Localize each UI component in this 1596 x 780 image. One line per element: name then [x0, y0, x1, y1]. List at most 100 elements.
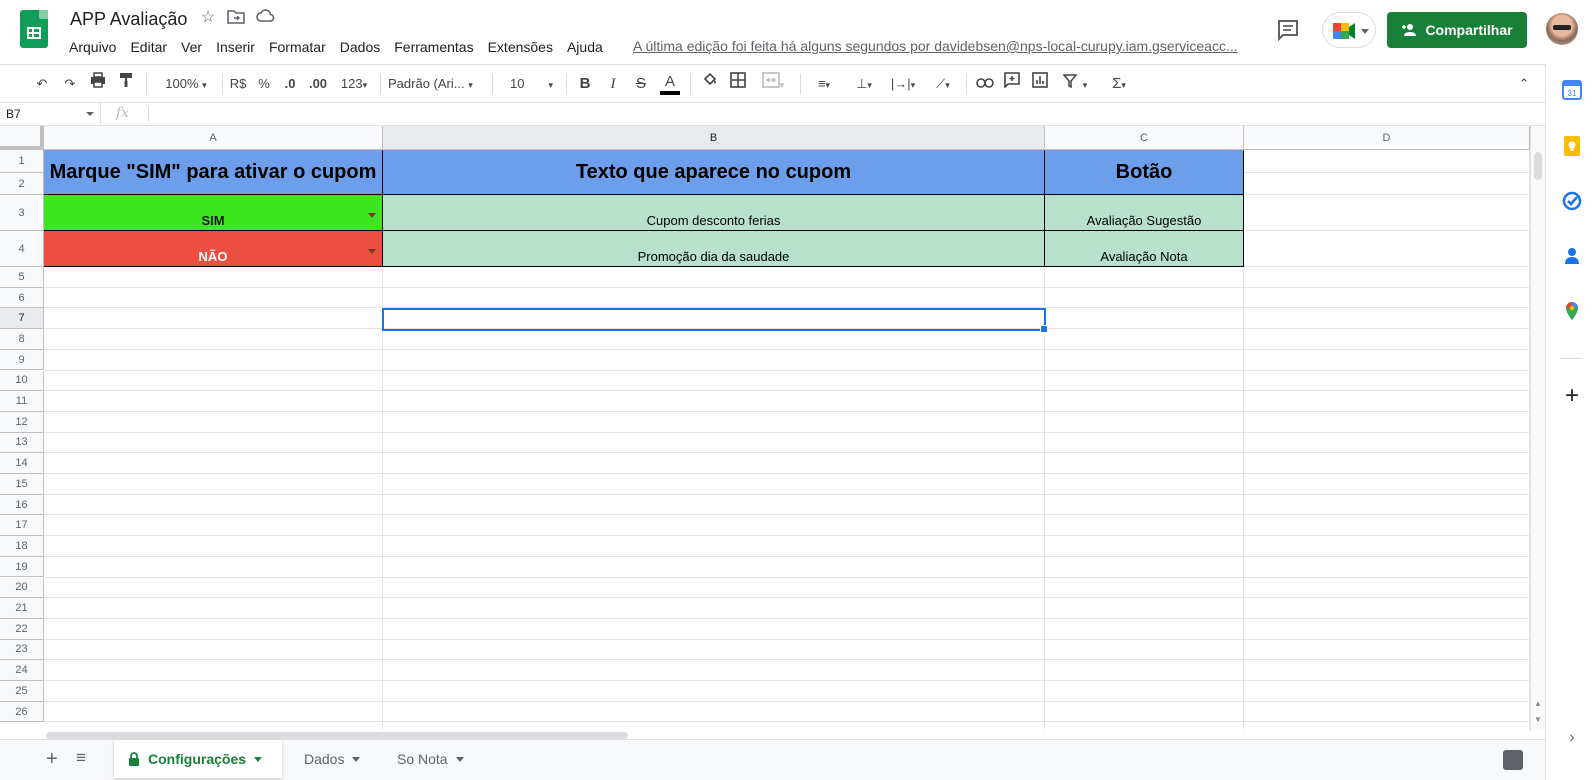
menu-arquivo[interactable]: Arquivo	[62, 37, 123, 57]
vertical-scrollbar[interactable]: ▲ ▼	[1530, 126, 1545, 731]
row-header-15[interactable]: 15	[0, 474, 44, 495]
row-header-23[interactable]: 23	[0, 639, 44, 661]
menu-dados[interactable]: Dados	[333, 37, 387, 57]
all-sheets-icon[interactable]: ≡	[76, 748, 86, 768]
row-header-25[interactable]: 25	[0, 681, 44, 702]
more-formats-button[interactable]: 123▾	[336, 72, 372, 96]
scroll-down-icon[interactable]: ▼	[1534, 715, 1542, 724]
decrease-decimal-button[interactable]: .0	[280, 72, 300, 96]
text-rotation-icon[interactable]: ⟋▾	[926, 72, 960, 96]
tab-menu-icon[interactable]	[254, 756, 263, 762]
show-side-panel-icon[interactable]: ›	[1562, 728, 1582, 748]
row-header-18[interactable]: 18	[0, 536, 44, 557]
functions-icon[interactable]: Σ▾	[1104, 72, 1134, 96]
add-addon-icon[interactable]: +	[1562, 384, 1582, 408]
comment-history-icon[interactable]	[1276, 18, 1300, 42]
percent-format-button[interactable]: %	[256, 72, 272, 96]
tab-so-nota[interactable]: So Nota	[383, 740, 491, 778]
user-avatar[interactable]	[1546, 13, 1578, 45]
tab-dados[interactable]: Dados	[290, 740, 380, 778]
row-header-19[interactable]: 19	[0, 556, 44, 578]
horizontal-scroll-thumb[interactable]	[46, 732, 628, 739]
sheet-grid[interactable]: A B C D 1 2 3 4 5 6 7 8 9 10 11 12 13 14 15 16 17 18 19 20 2…	[0, 126, 1545, 731]
column-header-a[interactable]: A	[44, 126, 383, 150]
paint-format-icon[interactable]	[116, 72, 136, 96]
tab-menu-icon[interactable]	[455, 756, 464, 762]
increase-decimal-button[interactable]: .00	[306, 72, 330, 96]
row-header-20[interactable]: 20	[0, 577, 44, 599]
sheets-logo-icon[interactable]	[20, 10, 48, 48]
bold-icon[interactable]: B	[576, 72, 594, 96]
row-header-3[interactable]: 3	[0, 195, 44, 231]
menu-extensoes[interactable]: Extensões	[481, 37, 560, 57]
row-header-17[interactable]: 17	[0, 515, 44, 537]
header-cell-activate[interactable]: Marque "SIM" para ativar o cupom	[44, 150, 383, 195]
text-color-icon[interactable]: A	[660, 72, 680, 95]
row-header-1[interactable]: 1	[0, 150, 44, 173]
horizontal-scrollbar[interactable]	[44, 729, 1530, 739]
move-folder-icon[interactable]	[226, 8, 246, 28]
calendar-icon[interactable]: 31	[1562, 80, 1582, 100]
select-all-corner[interactable]	[0, 126, 44, 150]
tasks-icon[interactable]	[1562, 191, 1582, 211]
row-header-8[interactable]: 8	[0, 329, 44, 350]
row-header-16[interactable]: 16	[0, 494, 44, 516]
menu-ajuda[interactable]: Ajuda	[560, 37, 610, 57]
button-cell-row3[interactable]: Avaliação Sugestão	[1045, 195, 1244, 231]
row-header-11[interactable]: 11	[0, 391, 44, 412]
dropdown-arrow-icon[interactable]	[368, 212, 376, 218]
menu-ver[interactable]: Ver	[174, 37, 209, 57]
button-cell-row4[interactable]: Avaliação Nota	[1045, 231, 1244, 267]
name-box-dropdown-icon[interactable]	[86, 112, 94, 116]
column-header-c[interactable]: C	[1045, 126, 1244, 150]
row-header-21[interactable]: 21	[0, 598, 44, 619]
row-header-22[interactable]: 22	[0, 618, 44, 640]
zoom-select[interactable]: 100% ▾	[156, 72, 216, 96]
meet-button[interactable]	[1322, 12, 1376, 48]
row-header-6[interactable]: 6	[0, 287, 44, 309]
coupon-text-cell-row4[interactable]: Promoção dia da saudade	[383, 231, 1045, 267]
filter-icon[interactable]: ▾	[1058, 72, 1092, 96]
currency-format-button[interactable]: R$	[228, 72, 248, 96]
vertical-scroll-thumb[interactable]	[1534, 152, 1542, 180]
row-header-12[interactable]: 12	[0, 411, 44, 433]
keep-icon[interactable]	[1562, 136, 1582, 156]
menu-editar[interactable]: Editar	[123, 37, 174, 57]
add-sheet-icon[interactable]: +	[46, 748, 58, 771]
undo-icon[interactable]: ↶	[32, 72, 52, 96]
menu-inserir[interactable]: Inserir	[209, 37, 262, 57]
menu-formatar[interactable]: Formatar	[262, 37, 333, 57]
activation-dropdown-row4[interactable]: NÃO	[44, 231, 383, 267]
redo-icon[interactable]: ↷	[60, 72, 80, 96]
row-header-5[interactable]: 5	[0, 267, 44, 288]
header-cell-coupon-text[interactable]: Texto que aparece no cupom	[383, 150, 1045, 195]
insert-link-icon[interactable]	[974, 72, 996, 96]
column-header-d[interactable]: D	[1244, 126, 1530, 150]
collapse-toolbar-icon[interactable]: ⌃	[1514, 72, 1534, 96]
cloud-status-icon[interactable]	[256, 8, 276, 28]
text-wrap-icon[interactable]: |→|▾	[886, 72, 920, 96]
star-icon[interactable]: ☆	[198, 8, 218, 28]
maps-icon[interactable]	[1562, 301, 1582, 321]
scroll-up-icon[interactable]: ▲	[1534, 699, 1542, 708]
vertical-align-icon[interactable]: ⊥▾	[848, 72, 880, 96]
coupon-text-cell-row3[interactable]: Cupom desconto ferias	[383, 195, 1045, 231]
formula-input[interactable]	[156, 103, 1526, 126]
row-header-13[interactable]: 13	[0, 432, 44, 454]
row-header-14[interactable]: 14	[0, 453, 44, 474]
insert-comment-icon[interactable]	[1002, 72, 1022, 96]
row-header-10[interactable]: 10	[0, 370, 44, 392]
row-header-7[interactable]: 7	[0, 308, 44, 330]
merge-cells-icon[interactable]: ▾	[756, 72, 790, 96]
strikethrough-icon[interactable]: S	[632, 72, 650, 96]
row-header-26[interactable]: 26	[0, 701, 44, 723]
row-header-24[interactable]: 24	[0, 660, 44, 681]
explore-icon[interactable]	[1503, 750, 1523, 770]
header-cell-button[interactable]: Botão	[1045, 150, 1244, 195]
share-button[interactable]: Compartilhar	[1387, 12, 1527, 48]
document-title[interactable]: APP Avaliação	[70, 9, 187, 30]
print-icon[interactable]	[88, 72, 108, 96]
row-header-9[interactable]: 9	[0, 349, 44, 371]
font-size-select[interactable]: 10 ▾	[500, 72, 558, 96]
active-cell-selection[interactable]	[382, 308, 1048, 333]
